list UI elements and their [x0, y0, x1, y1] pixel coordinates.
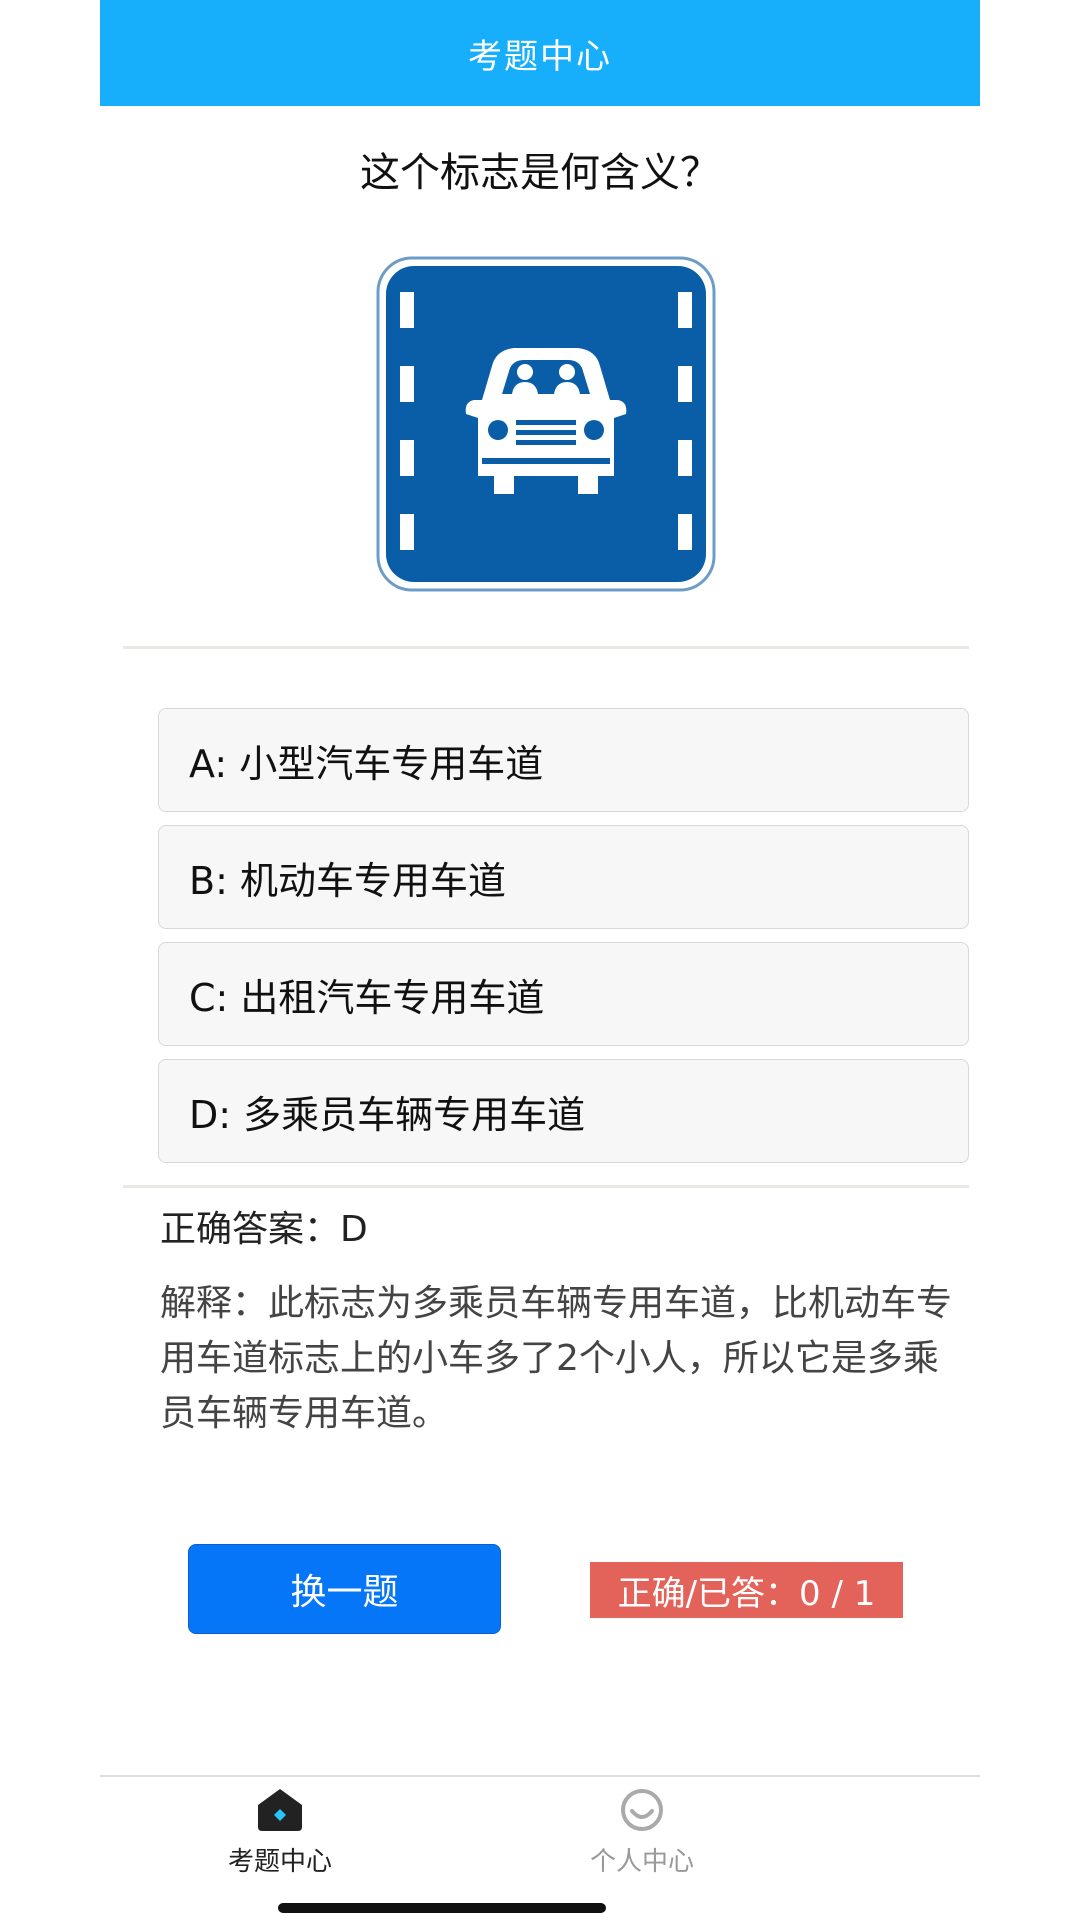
option-d[interactable]: D: 多乘员车辆专用车道	[158, 1059, 969, 1163]
option-c-label: C: 出租汽车专用车道	[189, 975, 545, 1020]
next-question-button[interactable]: 换一题	[188, 1544, 501, 1634]
next-question-label: 换一题	[290, 1572, 399, 1613]
tab-exam-center[interactable]: 考题中心	[130, 1787, 430, 1897]
divider-bottom	[123, 1185, 969, 1188]
app-screen: 考题中心 这个标志是何含义？ A: 小型汽车专用车道 B: 机动车专用车道 C:…	[100, 0, 980, 1920]
tab-exam-center-label: 考题中心	[227, 1847, 332, 1877]
question-text: 这个标志是何含义？	[360, 150, 720, 196]
option-a[interactable]: A: 小型汽车专用车道	[158, 708, 969, 812]
bottom-tab-bar: 考题中心 个人中心	[100, 1775, 980, 1920]
correct-answer: 正确答案：D	[160, 1209, 368, 1250]
option-b[interactable]: B: 机动车专用车道	[158, 825, 969, 929]
option-b-label: B: 机动车专用车道	[189, 858, 506, 903]
tab-profile[interactable]: 个人中心	[492, 1787, 792, 1897]
score-label: 正确/已答：0 / 1	[617, 1573, 876, 1614]
header-bar: 考题中心	[100, 0, 980, 106]
car-lane-sign-icon	[376, 256, 716, 592]
traffic-sign-image	[374, 254, 718, 594]
option-c[interactable]: C: 出租汽车专用车道	[158, 942, 969, 1046]
smiley-icon	[621, 1789, 663, 1831]
page-title: 考题中心	[468, 36, 612, 77]
home-icon	[258, 1789, 302, 1831]
option-a-label: A: 小型汽车专用车道	[189, 741, 544, 786]
tab-profile-label: 个人中心	[589, 1847, 694, 1877]
explanation-text: 解释：此标志为多乘员车辆专用车道，比机动车专用车道标志上的小车多了2个小人，所以…	[160, 1283, 953, 1434]
divider-top	[123, 646, 969, 649]
score-badge: 正确/已答：0 / 1	[590, 1562, 903, 1618]
home-indicator[interactable]	[278, 1903, 606, 1913]
option-d-label: D: 多乘员车辆专用车道	[189, 1092, 586, 1137]
